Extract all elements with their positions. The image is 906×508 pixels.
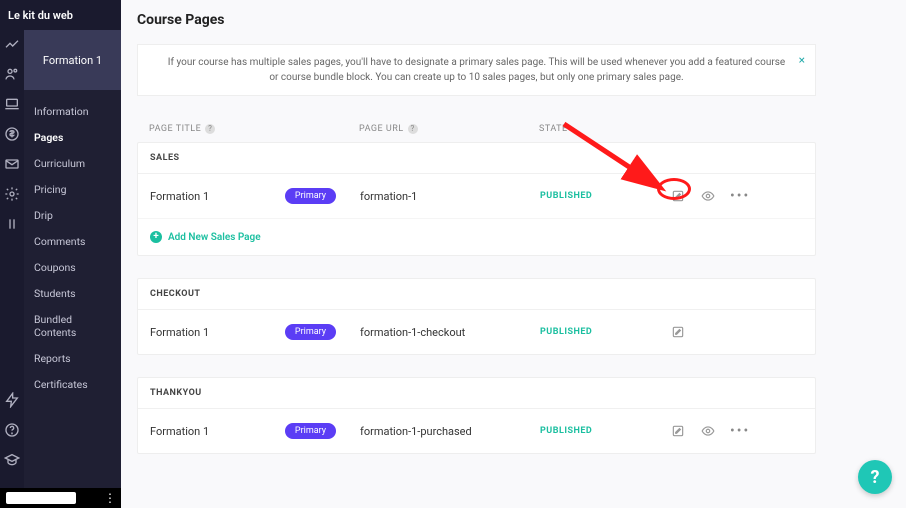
table-row: Formation 1 Primary formation-1-checkoutPU…	[138, 310, 815, 354]
sidebar-user-bar: ⋮	[0, 488, 121, 508]
main-area: Course Pages If your course has multiple…	[121, 0, 906, 508]
table-row: Formation 1 Primary formation-1PUBLISHED ••…	[138, 174, 815, 219]
row-state: PUBLISHED	[540, 426, 660, 436]
users-icon[interactable]	[4, 66, 20, 82]
mail-icon[interactable]	[4, 156, 20, 172]
icon-rail	[0, 0, 24, 508]
row-actions: •••	[660, 188, 803, 204]
nav-item-certificates[interactable]: Certificates	[24, 371, 121, 397]
course-name-box[interactable]: Formation 1	[24, 30, 121, 90]
nav-item-pages[interactable]: Pages	[24, 124, 121, 150]
nav-item-bundled-contents[interactable]: Bundled Contents	[24, 306, 121, 345]
edit-icon[interactable]	[670, 423, 686, 439]
plus-icon: +	[150, 231, 162, 243]
edit-icon[interactable]	[670, 324, 686, 340]
bolt-icon[interactable]	[4, 392, 20, 408]
more-vertical-icon[interactable]: ⋮	[104, 492, 115, 504]
row-actions: •••	[660, 423, 803, 439]
user-chip[interactable]	[6, 492, 76, 504]
info-icon[interactable]: ?	[205, 124, 215, 134]
primary-badge: Primary	[285, 423, 336, 439]
help-fab[interactable]: ?	[858, 460, 892, 494]
section-checkout: CHECKOUT Formation 1 Primary formation-1-ch…	[137, 278, 816, 355]
more-horizontal-icon[interactable]: •••	[730, 189, 750, 203]
sidebar: Le kit du web Formation 1 InformationPag…	[24, 0, 121, 508]
nav-item-students[interactable]: Students	[24, 280, 121, 306]
section-sales: SALES Formation 1 Primary formation-1PUBLIS…	[137, 142, 816, 256]
laptop-icon[interactable]	[4, 96, 20, 112]
row-url: formation-1	[360, 190, 540, 203]
banner-text: If your course has multiple sales pages,…	[168, 57, 785, 83]
nav-item-comments[interactable]: Comments	[24, 228, 121, 254]
row-url: formation-1-purchased	[360, 425, 540, 438]
primary-badge: Primary	[285, 324, 336, 340]
table-row: Formation 1 Primary formation-1-purchasedP…	[138, 409, 815, 453]
nav-item-curriculum[interactable]: Curriculum	[24, 150, 121, 176]
page-title: Course Pages	[121, 0, 906, 44]
close-icon[interactable]: ×	[799, 51, 805, 69]
add-sales-page-label: Add New Sales Page	[168, 232, 261, 243]
section-header: THANKYOU	[138, 378, 815, 409]
course-name-label: Formation 1	[43, 54, 102, 67]
edit-icon[interactable]	[670, 188, 686, 204]
row-title: Formation 1	[150, 425, 209, 438]
brand-title: Le kit du web	[0, 0, 121, 30]
row-state: PUBLISHED	[540, 327, 660, 337]
nav-item-drip[interactable]: Drip	[24, 202, 121, 228]
primary-badge: Primary	[285, 188, 336, 204]
help-icon[interactable]	[4, 422, 20, 438]
nav-item-information[interactable]: Information	[24, 98, 121, 124]
row-title: Formation 1	[150, 190, 209, 203]
info-banner: If your course has multiple sales pages,…	[137, 44, 816, 96]
dollar-icon[interactable]	[4, 126, 20, 142]
pause-icon[interactable]	[4, 216, 20, 232]
section-header: SALES	[138, 143, 815, 174]
preview-icon[interactable]	[700, 423, 716, 439]
row-title: Formation 1	[150, 326, 209, 339]
gear-icon[interactable]	[4, 186, 20, 202]
row-url: formation-1-checkout	[360, 326, 540, 339]
nav-item-coupons[interactable]: Coupons	[24, 254, 121, 280]
col-state-label: STATE	[539, 124, 568, 134]
col-url-label: PAGE URL	[359, 124, 404, 134]
sidebar-nav: InformationPagesCurriculumPricingDripCom…	[24, 90, 121, 397]
section-header: CHECKOUT	[138, 279, 815, 310]
analytics-icon[interactable]	[4, 36, 20, 52]
section-thankyou: THANKYOU Formation 1 Primary formation-1-pu…	[137, 377, 816, 454]
col-title-label: PAGE TITLE	[149, 124, 201, 134]
row-actions	[660, 324, 803, 340]
row-state: PUBLISHED	[540, 191, 660, 201]
nav-item-reports[interactable]: Reports	[24, 345, 121, 371]
add-sales-page-button[interactable]: + Add New Sales Page	[138, 219, 815, 255]
info-icon[interactable]: ?	[408, 124, 418, 134]
grad-cap-icon[interactable]	[4, 452, 20, 468]
preview-icon[interactable]	[700, 188, 716, 204]
more-horizontal-icon[interactable]: •••	[730, 424, 750, 438]
nav-item-pricing[interactable]: Pricing	[24, 176, 121, 202]
column-headers: PAGE TITLE ? PAGE URL ? STATE	[137, 116, 816, 142]
